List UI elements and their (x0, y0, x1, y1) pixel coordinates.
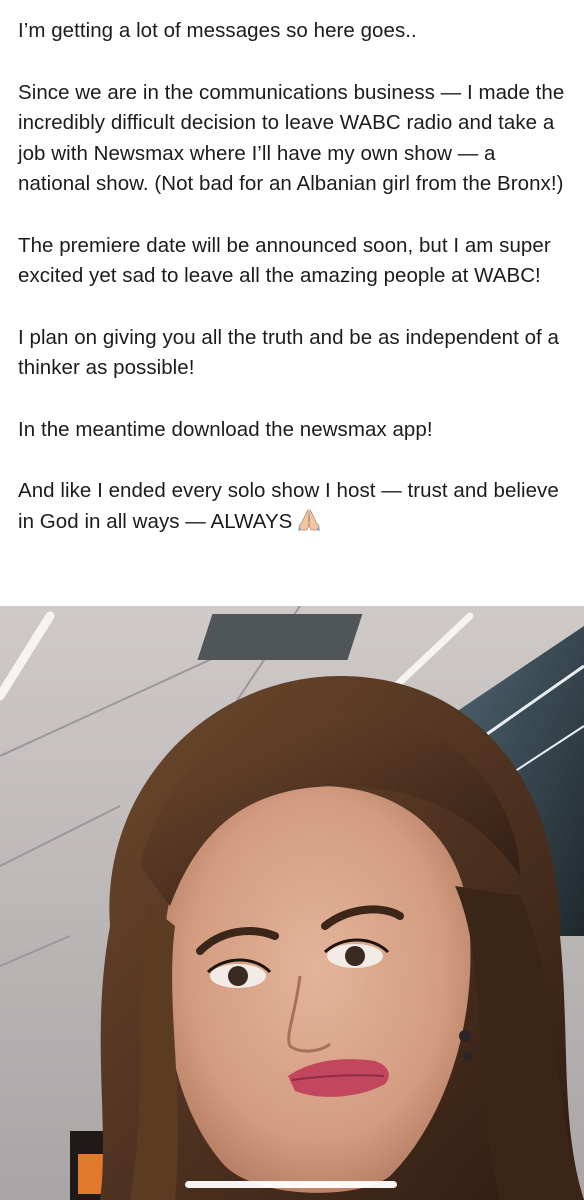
post-body: I’m getting a lot of messages so here go… (18, 16, 570, 542)
folded-hands-icon (296, 507, 322, 543)
post-paragraph: I plan on giving you all the truth and b… (18, 325, 560, 380)
home-indicator-bar[interactable] (185, 1181, 397, 1188)
post-paragraph: In the meantime download the newsmax app… (18, 417, 433, 441)
post-paragraph: I’m getting a lot of messages so here go… (18, 19, 417, 42)
post-paragraph-last-text: And like I ended every solo show I host … (18, 479, 559, 533)
post-paragraph: Since we are in the communications busin… (18, 80, 565, 196)
post-paragraph-last: And like I ended every solo show I host … (18, 476, 570, 542)
post-paragraph: The premiere date will be announced soon… (18, 233, 551, 288)
selfie-photo[interactable] (0, 606, 584, 1200)
